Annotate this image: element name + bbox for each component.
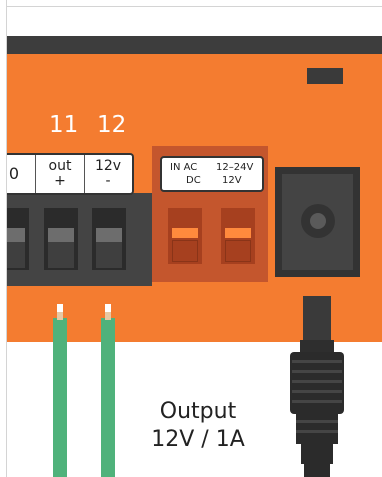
power-terminal-slot [168,208,202,264]
terminal-slot [7,208,29,270]
wire-tip-end [57,304,63,312]
power-slot-screw [172,228,198,238]
strip-divider [35,155,36,193]
terminal-label-strip: 0 out + 12v - [7,153,134,195]
output-caption: Output 12V / 1A [150,398,246,454]
power-label: IN AC DC 12–24V 12V [160,156,264,192]
terminal-label-partial: 0 [8,164,20,183]
power-slot-opening [172,240,198,262]
power-label-in-ac: IN AC [170,162,198,173]
power-label-dc: DC [186,175,201,186]
power-slot-opening [225,240,251,262]
terminal-label-out: out [48,158,72,174]
pin-number-12: 12 [97,112,127,138]
output-caption-line2: 12V / 1A [151,427,245,452]
power-label-ac-range: 12–24V [216,162,254,173]
dc-barrel-jack [275,167,360,277]
terminal-label-plus: + [54,173,66,189]
dc-jack-pin [310,213,326,229]
terminal-label-minus: - [105,173,111,189]
terminal-slot [92,208,126,270]
strip-divider [84,155,85,193]
diagram-frame: 11 12 0 out + 12v - IN AC DC 12–24V 12V [0,0,382,477]
board-top-edge [7,36,382,54]
terminal-label-12v: 12v [94,158,122,174]
dc-plug-icon [290,296,344,477]
terminal-slot [44,208,78,270]
terminal-slot-screw [96,228,122,242]
terminal-slot-opening [48,242,74,268]
power-terminal-slot [221,208,255,264]
power-label-dc-range: 12V [222,175,242,186]
power-slot-screw [225,228,251,238]
wire-tip-end [105,304,111,312]
output-wire-positive [53,318,67,477]
terminal-slot-screw [7,228,25,242]
dc-jack-housing [282,174,353,270]
frame-border-top [6,6,382,7]
terminal-slot-screw [48,228,74,242]
terminal-slot-opening [7,242,25,268]
board-led [307,68,343,84]
pin-number-11: 11 [49,112,79,138]
dc-jack-ring [301,204,335,238]
terminal-slot-opening [96,242,122,268]
output-wire-negative [101,318,115,477]
output-caption-line1: Output [159,399,237,424]
